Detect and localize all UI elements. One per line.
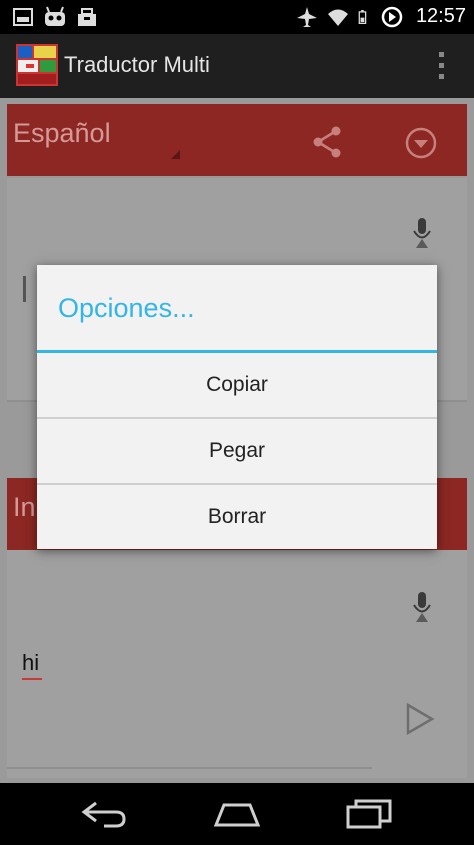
microphone-icon[interactable] bbox=[412, 218, 432, 248]
alarm-icon bbox=[381, 6, 403, 27]
dialog-title: Opciones... bbox=[58, 293, 195, 323]
clock: 12:57 bbox=[415, 5, 466, 27]
app-title: Traductor Multi bbox=[64, 52, 210, 77]
back-icon[interactable] bbox=[80, 797, 130, 831]
recent-apps-icon[interactable] bbox=[344, 797, 394, 831]
target-language-label: In bbox=[13, 492, 36, 522]
briefcase-icon bbox=[78, 8, 96, 26]
overflow-menu-icon[interactable] bbox=[438, 50, 446, 82]
picture-icon bbox=[13, 8, 33, 26]
source-language-label: Español bbox=[13, 118, 111, 148]
text-cursor bbox=[23, 276, 26, 302]
home-icon[interactable] bbox=[212, 797, 262, 831]
divider bbox=[7, 767, 372, 769]
microphone-icon[interactable] bbox=[412, 592, 432, 622]
battery-icon bbox=[358, 9, 367, 24]
app-flags-icon[interactable] bbox=[16, 44, 58, 86]
spellcheck-underline bbox=[22, 678, 42, 680]
airplane-icon bbox=[296, 6, 317, 27]
options-dialog: Opciones... Copiar Pegar Borrar bbox=[37, 265, 437, 549]
dropdown-icon[interactable] bbox=[404, 126, 438, 160]
wifi-icon bbox=[327, 9, 348, 26]
spinner-corner-icon bbox=[171, 150, 180, 159]
clear-option[interactable]: Borrar bbox=[37, 485, 437, 549]
copy-option[interactable]: Copiar bbox=[37, 353, 437, 417]
source-language-bar[interactable]: Español bbox=[7, 104, 467, 176]
navigation-bar bbox=[0, 783, 474, 845]
action-bar: Traductor Multi bbox=[0, 34, 474, 98]
share-icon[interactable] bbox=[309, 124, 345, 160]
paste-option[interactable]: Pegar bbox=[37, 419, 437, 483]
android-icon bbox=[45, 6, 65, 26]
status-bar: 12:57 bbox=[0, 0, 474, 34]
target-text-panel[interactable] bbox=[7, 550, 467, 778]
play-icon[interactable] bbox=[404, 702, 436, 736]
translated-text: hi bbox=[22, 650, 40, 675]
